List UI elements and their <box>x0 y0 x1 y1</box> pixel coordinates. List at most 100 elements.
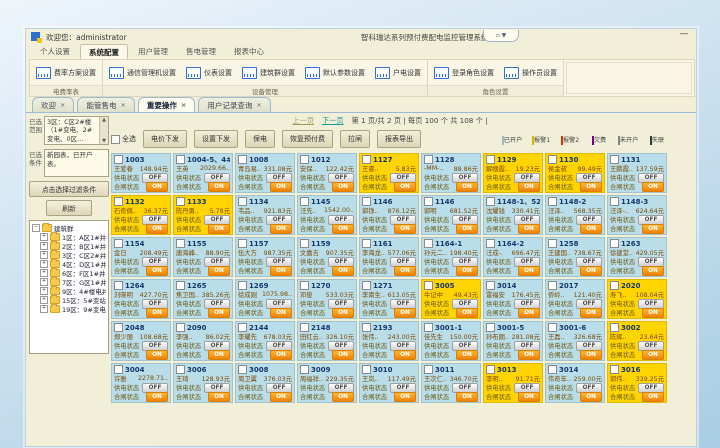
room-checkbox[interactable] <box>548 239 557 248</box>
switch-on-button[interactable]: ON <box>642 182 664 192</box>
switch-on-button[interactable]: ON <box>394 182 416 192</box>
switch-on-button[interactable]: ON <box>580 308 602 318</box>
switch-on-button[interactable]: ON <box>208 392 230 402</box>
switch-on-button[interactable]: ON <box>642 350 664 360</box>
switch-on-button[interactable]: ON <box>394 392 416 402</box>
room-checkbox[interactable] <box>238 155 247 164</box>
switch-on-button[interactable]: ON <box>270 182 292 192</box>
switch-on-button[interactable]: ON <box>146 266 168 276</box>
ribbon-button[interactable]: 通信管理机设置 <box>109 67 176 79</box>
ribbon-button[interactable]: 户电设置 <box>375 67 421 79</box>
prev-page-link[interactable]: 上一页 <box>292 116 314 126</box>
switch-on-button[interactable]: ON <box>146 224 168 234</box>
tree-node[interactable]: + 15区：5#变站（3#变 <box>32 295 106 304</box>
room-checkbox[interactable] <box>362 239 371 248</box>
ribbon-tab[interactable]: 系统配置 <box>80 44 128 59</box>
scroll-down-icon[interactable]: ▼ <box>102 138 106 145</box>
ribbon-tab[interactable]: 售电管理 <box>178 44 224 59</box>
switch-on-button[interactable]: ON <box>456 308 478 318</box>
ribbon-button[interactable]: 建筑群设置 <box>242 67 295 79</box>
expand-icon[interactable]: + <box>40 287 48 295</box>
action-button[interactable]: 电价下发 <box>143 130 187 148</box>
ribbon-button[interactable]: 操作员设置 <box>504 67 557 79</box>
tree-node[interactable]: + 7区：G区1#井 <box>32 277 106 286</box>
room-checkbox[interactable] <box>362 197 371 206</box>
switch-on-button[interactable]: ON <box>208 182 230 192</box>
action-button[interactable]: 报表导出 <box>377 130 421 148</box>
switch-on-button[interactable]: ON <box>208 308 230 318</box>
action-button[interactable]: 恢复预付费 <box>282 130 333 148</box>
ribbon-button[interactable]: 默认参数设置 <box>305 67 365 79</box>
room-checkbox[interactable] <box>362 281 371 290</box>
room-checkbox[interactable] <box>610 155 619 164</box>
tree-node[interactable]: + 6区：F区1#井（F区1# <box>32 268 106 277</box>
expand-icon[interactable]: + <box>40 296 48 304</box>
switch-on-button[interactable]: ON <box>270 392 292 402</box>
room-checkbox[interactable] <box>300 365 309 374</box>
switch-on-button[interactable]: ON <box>580 224 602 234</box>
switch-on-button[interactable]: ON <box>580 266 602 276</box>
ribbon-tab[interactable]: 个人设置 <box>32 44 78 59</box>
switch-on-button[interactable]: ON <box>146 182 168 192</box>
ribbon-button[interactable]: 仪表设置 <box>186 67 232 79</box>
tree-node[interactable]: + 2区：B区1#井(B区1# <box>32 241 106 250</box>
switch-on-button[interactable]: ON <box>580 392 602 402</box>
switch-on-button[interactable]: ON <box>332 308 354 318</box>
switch-on-button[interactable]: ON <box>642 308 664 318</box>
expand-icon[interactable]: + <box>40 251 48 259</box>
room-checkbox[interactable] <box>238 281 247 290</box>
room-checkbox[interactable] <box>114 197 123 206</box>
next-page-link[interactable]: 下一页 <box>322 116 344 126</box>
select-all-checkbox[interactable] <box>111 135 120 144</box>
switch-on-button[interactable]: ON <box>332 266 354 276</box>
room-checkbox[interactable] <box>176 197 185 206</box>
room-checkbox[interactable] <box>300 197 309 206</box>
switch-on-button[interactable]: ON <box>456 224 478 234</box>
minimize-button[interactable]: — <box>677 30 691 40</box>
action-button[interactable]: 拉闸 <box>340 130 370 148</box>
switch-on-button[interactable]: ON <box>394 224 416 234</box>
expand-icon[interactable]: + <box>40 305 48 313</box>
ribbon-toggle[interactable]: ▫ ▼ <box>483 30 519 42</box>
expand-icon[interactable]: + <box>40 242 48 250</box>
tree-root[interactable]: − 建筑群 <box>32 223 106 232</box>
room-checkbox[interactable] <box>114 239 123 248</box>
close-icon[interactable]: × <box>256 101 261 109</box>
room-checkbox[interactable] <box>238 365 247 374</box>
ribbon-tab[interactable]: 用户管理 <box>130 44 176 59</box>
room-checkbox[interactable] <box>424 155 433 164</box>
document-tab[interactable]: 重要操作 × <box>138 97 195 112</box>
room-checkbox[interactable] <box>548 281 557 290</box>
room-checkbox[interactable] <box>114 155 123 164</box>
switch-on-button[interactable]: ON <box>518 392 540 402</box>
collapse-icon[interactable]: − <box>32 224 40 232</box>
room-checkbox[interactable] <box>300 155 309 164</box>
selected-range-listbox[interactable]: ▲▼ 3区：C区2#楼（1#变电、2#变电、0区… <box>44 116 109 145</box>
room-checkbox[interactable] <box>424 197 433 206</box>
room-checkbox[interactable] <box>362 155 371 164</box>
room-checkbox[interactable] <box>300 323 309 332</box>
switch-on-button[interactable]: ON <box>208 350 230 360</box>
tree-node[interactable]: + 9区：4#楼电井（4#楼 <box>32 286 106 295</box>
switch-on-button[interactable]: ON <box>270 224 292 234</box>
switch-on-button[interactable]: ON <box>394 308 416 318</box>
switch-on-button[interactable]: ON <box>518 224 540 234</box>
room-checkbox[interactable] <box>176 155 185 164</box>
switch-on-button[interactable]: ON <box>642 392 664 402</box>
switch-on-button[interactable]: ON <box>146 392 168 402</box>
close-icon[interactable]: × <box>181 101 186 109</box>
switch-on-button[interactable]: ON <box>456 392 478 402</box>
room-checkbox[interactable] <box>424 239 433 248</box>
room-checkbox[interactable] <box>300 239 309 248</box>
room-checkbox[interactable] <box>486 365 495 374</box>
room-checkbox[interactable] <box>610 281 619 290</box>
room-checkbox[interactable] <box>486 323 495 332</box>
room-checkbox[interactable] <box>238 323 247 332</box>
room-checkbox[interactable] <box>610 197 619 206</box>
room-checkbox[interactable] <box>424 365 433 374</box>
switch-on-button[interactable]: ON <box>518 350 540 360</box>
document-tab[interactable]: 用户记录查询 × <box>198 97 270 112</box>
room-checkbox[interactable] <box>238 239 247 248</box>
close-icon[interactable]: × <box>60 101 65 109</box>
switch-on-button[interactable]: ON <box>518 182 540 192</box>
